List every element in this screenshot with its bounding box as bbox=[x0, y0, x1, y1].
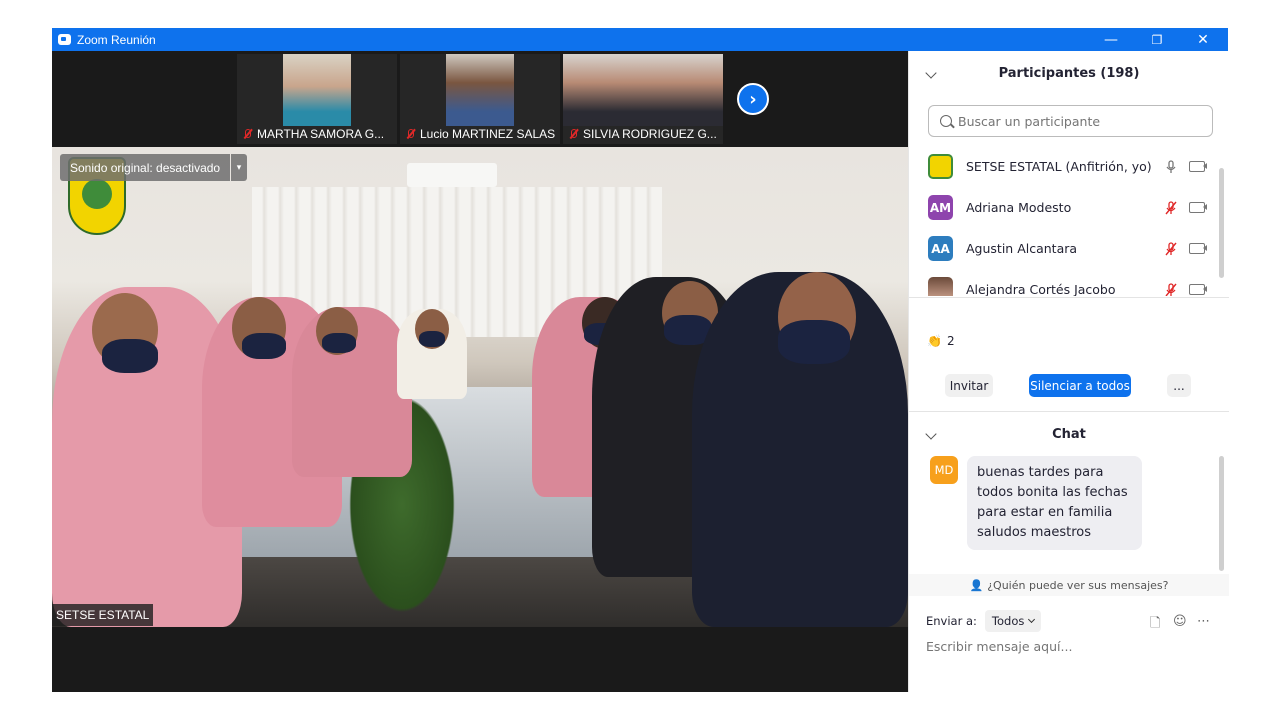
participants-header: Participantes (198) bbox=[909, 53, 1229, 93]
chat-message-input[interactable] bbox=[926, 639, 1216, 654]
reaction-summary: 👏 2 bbox=[927, 334, 955, 348]
participant-row[interactable]: SETSE ESTATAL (Anfitrión, yo) bbox=[909, 146, 1219, 187]
invite-button[interactable]: Invitar bbox=[945, 374, 993, 397]
original-sound-indicator[interactable]: Sonido original: desactivado bbox=[60, 154, 231, 181]
close-button[interactable]: ✕ bbox=[1180, 28, 1226, 51]
mic-muted-icon bbox=[567, 128, 579, 140]
participant-name: Agustin Alcantara bbox=[966, 241, 1078, 256]
mic-icon[interactable] bbox=[1164, 159, 1178, 174]
title-bar: Zoom Reunión — ❐ ✕ bbox=[52, 28, 1228, 51]
divider bbox=[909, 411, 1229, 412]
recipient-select[interactable]: Todos bbox=[984, 610, 1042, 632]
restore-button[interactable]: ❐ bbox=[1134, 28, 1180, 51]
chevron-down-icon: ▾ bbox=[236, 162, 242, 173]
sidebar: Participantes (198) SETSE ESTATAL (Anfit… bbox=[908, 51, 1229, 692]
avatar: AM bbox=[928, 195, 953, 220]
chevron-right-icon: › bbox=[749, 88, 757, 110]
participant-list-scrollbar[interactable] bbox=[1219, 168, 1224, 278]
window-title: Zoom Reunión bbox=[77, 32, 156, 47]
thumbnail-strip: MARTHA SAMORA G... Lucio MARTINEZ SALAS … bbox=[52, 51, 908, 147]
participant-video bbox=[446, 54, 514, 126]
chat-scrollbar[interactable] bbox=[1219, 456, 1224, 571]
participant-row[interactable]: Alejandra Cortés Jacobo bbox=[909, 269, 1219, 296]
zoom-app-icon bbox=[58, 34, 71, 45]
participant-name: Alejandra Cortés Jacobo bbox=[966, 282, 1116, 296]
emoji-icon[interactable]: ☺ bbox=[1173, 614, 1187, 629]
collapse-chevron-icon[interactable] bbox=[925, 67, 937, 79]
person bbox=[397, 309, 467, 399]
thumbnail-name-bar: SILVIA RODRIGUEZ G... bbox=[563, 124, 723, 144]
participant-row[interactable]: AA Agustin Alcantara bbox=[909, 228, 1219, 269]
mic-muted-icon bbox=[241, 128, 253, 140]
send-to-row: Enviar a: Todos bbox=[926, 610, 1042, 632]
participants-title: Participantes (198) bbox=[998, 65, 1140, 81]
avatar bbox=[928, 154, 953, 179]
video-camera-icon[interactable] bbox=[1189, 243, 1207, 254]
mic-muted-icon[interactable] bbox=[1164, 200, 1178, 215]
participant-row[interactable]: AM Adriana Modesto bbox=[909, 187, 1219, 228]
thumbnail-name: Lucio MARTINEZ SALAS bbox=[420, 127, 556, 141]
mic-muted-icon[interactable] bbox=[1164, 282, 1178, 297]
chevron-down-icon bbox=[1028, 615, 1036, 624]
divider bbox=[909, 297, 1229, 298]
zoom-window: Zoom Reunión — ❐ ✕ MARTHA SAMORA G... Lu… bbox=[52, 28, 1229, 692]
recipient-value: Todos bbox=[991, 614, 1025, 628]
participant-thumbnail[interactable]: Lucio MARTINEZ SALAS bbox=[400, 54, 560, 144]
file-icon[interactable]: 🗋 bbox=[1150, 614, 1160, 636]
avatar: MD bbox=[930, 456, 958, 484]
participant-search[interactable] bbox=[928, 105, 1213, 137]
avatar bbox=[928, 277, 953, 296]
main-video: Sonido original: desactivado ▾ SETSE EST… bbox=[52, 147, 908, 627]
person bbox=[292, 307, 412, 477]
thumbnail-name: SILVIA RODRIGUEZ G... bbox=[583, 127, 717, 141]
participant-name: SETSE ESTATAL (Anfitrión, yo) bbox=[966, 159, 1152, 174]
participant-video bbox=[283, 54, 351, 126]
original-sound-dropdown[interactable]: ▾ bbox=[231, 154, 247, 181]
next-page-button[interactable]: › bbox=[737, 83, 769, 115]
active-speaker-name: SETSE ESTATAL bbox=[52, 604, 154, 626]
original-sound-label: Sonido original: desactivado bbox=[70, 160, 221, 175]
thumbnail-name-bar: MARTHA SAMORA G... bbox=[237, 124, 397, 144]
chat-title: Chat bbox=[1052, 426, 1086, 442]
participant-thumbnail[interactable]: SILVIA RODRIGUEZ G... bbox=[563, 54, 723, 144]
mic-muted-icon bbox=[404, 128, 416, 140]
participant-search-input[interactable] bbox=[958, 113, 1198, 129]
chat-message-text: buenas tardes para todos bonita las fech… bbox=[967, 456, 1142, 550]
participant-video bbox=[563, 54, 723, 126]
who-can-see-label: ¿Quién puede ver sus mensajes? bbox=[987, 578, 1169, 592]
video-area: MARTHA SAMORA G... Lucio MARTINEZ SALAS … bbox=[52, 51, 908, 692]
more-icon[interactable]: ⋯ bbox=[1197, 614, 1210, 629]
avatar: AA bbox=[928, 236, 953, 261]
chat-header: Chat bbox=[909, 414, 1229, 454]
search-icon bbox=[940, 115, 952, 127]
mute-all-button[interactable]: Silenciar a todos bbox=[1029, 374, 1131, 397]
person-lock-icon: 👤 bbox=[969, 578, 984, 592]
participant-thumbnail[interactable]: MARTHA SAMORA G... bbox=[237, 54, 397, 144]
clapping-hands-icon: 👏 bbox=[927, 334, 942, 348]
reaction-count: 2 bbox=[946, 334, 955, 348]
participant-name: Adriana Modesto bbox=[966, 200, 1072, 215]
more-options-button[interactable]: ... bbox=[1167, 374, 1191, 397]
video-camera-icon[interactable] bbox=[1189, 202, 1207, 213]
video-camera-icon[interactable] bbox=[1189, 161, 1207, 172]
message-visibility-info[interactable]: 👤 ¿Quién puede ver sus mensajes? bbox=[909, 574, 1229, 596]
thumbnail-name: MARTHA SAMORA G... bbox=[257, 127, 385, 141]
video-camera-icon[interactable] bbox=[1189, 284, 1207, 295]
mic-muted-icon[interactable] bbox=[1164, 241, 1178, 256]
participant-list: SETSE ESTATAL (Anfitrión, yo) AM Adriana… bbox=[909, 146, 1229, 296]
minimize-button[interactable]: — bbox=[1088, 28, 1134, 51]
collapse-chevron-icon[interactable] bbox=[925, 428, 937, 440]
send-to-label: Enviar a: bbox=[926, 614, 977, 628]
thumbnail-name-bar: Lucio MARTINEZ SALAS bbox=[400, 124, 560, 144]
person bbox=[692, 272, 908, 627]
air-conditioner bbox=[407, 163, 497, 187]
